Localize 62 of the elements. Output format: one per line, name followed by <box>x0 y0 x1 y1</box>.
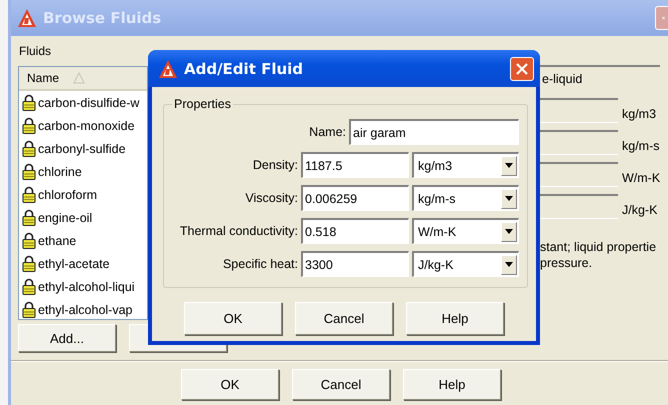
close-button[interactable] <box>655 6 668 30</box>
close-button[interactable] <box>510 56 534 80</box>
fluids-label: Fluids <box>18 43 52 60</box>
column-header[interactable]: Name <box>19 67 147 91</box>
fluid-item[interactable]: chloroform <box>19 183 147 206</box>
field-label: Viscosity: <box>244 191 298 205</box>
field-label: Specific heat: <box>222 257 298 271</box>
lock-icon <box>22 255 36 272</box>
sort-icon <box>73 72 86 84</box>
group-label: Properties <box>173 97 232 111</box>
lock-icon <box>22 140 36 157</box>
fluid-item[interactable]: engine-oil <box>19 206 147 229</box>
lock-icon <box>22 186 36 203</box>
unit-label: W/m-K <box>622 170 660 184</box>
dialog-button[interactable]: Help <box>406 302 504 335</box>
fluid-item[interactable]: ethane <box>19 229 147 252</box>
dialog-title: Add/Edit Fluid <box>184 60 304 78</box>
window-title: Browse Fluids <box>43 9 162 27</box>
caret-icon <box>505 163 513 168</box>
lock-icon <box>22 94 36 111</box>
value-field[interactable]: 1187.5 <box>301 152 409 178</box>
dialog-button[interactable]: OK <box>184 302 282 335</box>
app-icon <box>158 58 178 78</box>
caret-icon <box>505 262 513 267</box>
fluid-item[interactable]: chlorine <box>19 160 147 183</box>
unit-dropdown[interactable]: kg/m-s <box>412 185 519 211</box>
close-icon <box>516 62 528 74</box>
value-field[interactable]: 3300 <box>301 251 409 277</box>
field-label: Name: <box>308 125 346 139</box>
lock-icon <box>22 232 36 249</box>
fluid-item[interactable]: carbon-disulfide-w <box>19 91 147 114</box>
lock-icon <box>22 163 36 180</box>
unit-label: kg/m-s <box>622 138 660 152</box>
dialog-button[interactable]: Help <box>403 369 501 400</box>
fluid-item[interactable]: ethyl-alcohol-liqui <box>19 275 147 298</box>
value-field[interactable]: 0.006259 <box>301 185 409 211</box>
dialog-button[interactable]: OK <box>181 369 279 400</box>
column-title: Name <box>27 71 60 85</box>
dialog-button[interactable]: Cancel <box>292 369 390 400</box>
field-label: Density: <box>252 158 298 172</box>
unit-dropdown[interactable]: W/m-K <box>412 218 519 244</box>
unit-label: J/kg-K <box>622 202 658 216</box>
add-button[interactable]: Add... <box>18 324 116 352</box>
lock-icon <box>22 278 36 295</box>
lock-icon <box>22 301 36 318</box>
caret-icon <box>505 229 513 234</box>
unit-dropdown[interactable]: J/kg-K <box>412 251 519 277</box>
unit-dropdown[interactable]: kg/m3 <box>412 152 519 178</box>
dialog-button[interactable]: Cancel <box>295 302 393 335</box>
fluid-item[interactable]: carbonyl-sulfide <box>19 137 147 160</box>
fluid-item[interactable]: carbon-monoxide <box>19 114 147 137</box>
lock-icon <box>22 209 36 226</box>
value-field[interactable]: 0.518 <box>301 218 409 244</box>
fluid-item[interactable]: ethyl-acetate <box>19 252 147 275</box>
unit-label: kg/m3 <box>622 106 656 120</box>
fluid-item[interactable]: ethyl-alcohol-vap <box>19 298 147 319</box>
lock-icon <box>22 117 36 134</box>
caret-icon <box>505 196 513 201</box>
name-field[interactable]: air garam <box>349 119 519 145</box>
note-text: stant; liquid propertie pressure. <box>540 239 658 271</box>
field-label: Thermal conductivity: <box>178 224 298 238</box>
app-icon <box>17 8 37 28</box>
